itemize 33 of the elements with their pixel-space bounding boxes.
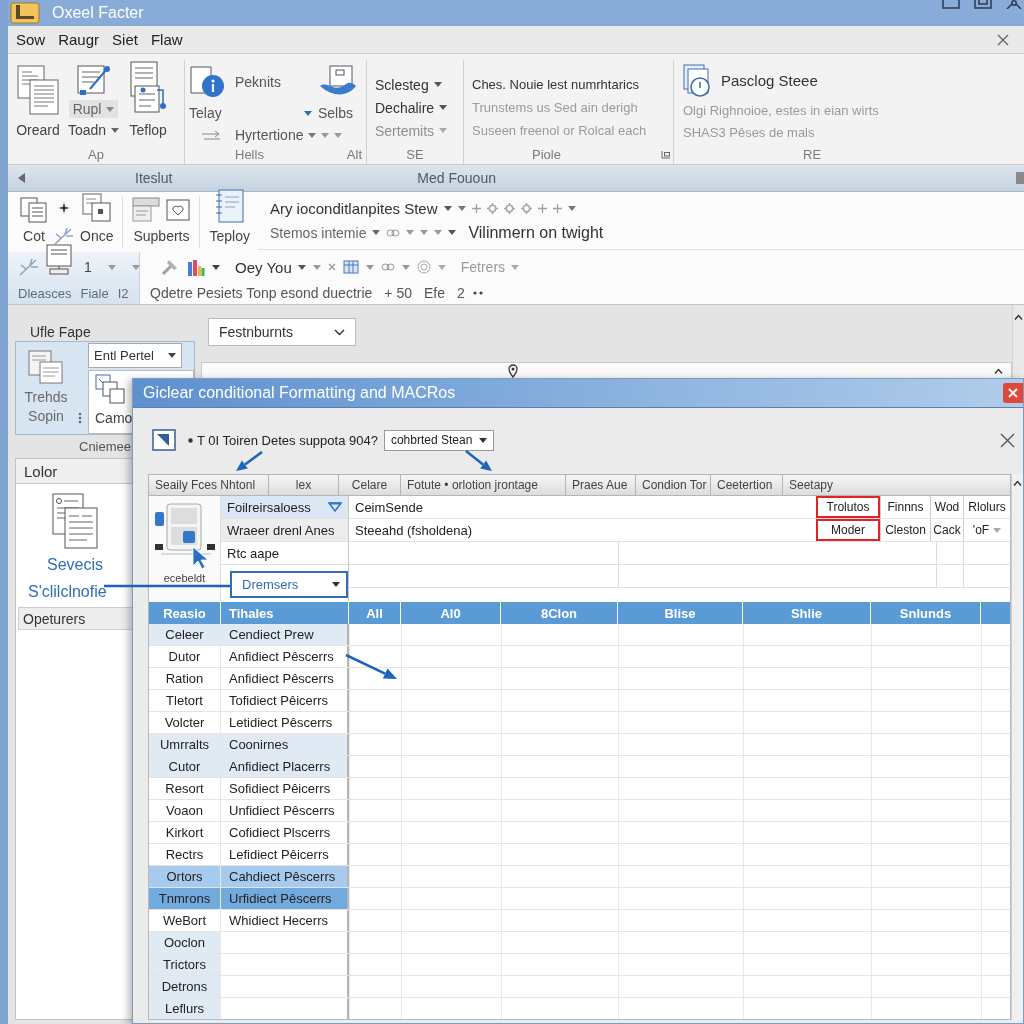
ribbon-text: Peknits <box>235 74 282 90</box>
ribbon-text: SHAS3 Pêses de mals <box>683 124 816 143</box>
prompt-text: T 0I Toiren Detes suppota 904? <box>197 432 378 448</box>
detail-text: CeimSende <box>354 498 424 517</box>
count-text: 1 <box>84 259 92 275</box>
group-label: Alt <box>346 146 362 162</box>
ribbon-text: Suseen freenol or Rolcal each <box>472 122 648 140</box>
status-text: Fiale <box>80 285 109 301</box>
panel-title: Ufle Fape <box>29 324 92 340</box>
window-title: Oxeel Facter <box>52 4 144 22</box>
status-text: 2 <box>457 285 465 301</box>
group-label: Piole <box>532 146 561 162</box>
pane-title: Sevecis <box>47 556 103 574</box>
caption-text: Cniemee <box>79 439 132 454</box>
detail-text: Steeahd (fsholdena) <box>354 521 474 540</box>
status-text: Efe <box>423 285 445 301</box>
dialog-title: Giclear conditional Formatting and MACRos <box>143 384 456 402</box>
ribbon-text: Ches. Nouie lest numrhtarics <box>472 76 640 94</box>
group-label: SE <box>406 146 424 162</box>
status-text: + 50 <box>384 285 412 301</box>
status-text: I2 <box>117 285 129 301</box>
group-label: Ap <box>88 146 104 162</box>
status-text: Qdetre Pesiets Tonp esond duectrie <box>150 285 373 301</box>
caption-text: ecebeldt <box>163 572 206 584</box>
section-title: Med Fououn <box>417 170 496 186</box>
ribbon-text: Trunstems us Sed ain derigh <box>472 99 639 117</box>
group-label: RE <box>803 146 822 162</box>
group-label: Hells <box>235 146 264 162</box>
ribbon-heading: Pasclog Steee <box>721 71 818 92</box>
status-text: Dleasces <box>18 285 72 301</box>
ribbon-text: Olgi Righnoioe, estes in eian wirts <box>683 101 880 120</box>
section-title: Iteslut <box>135 170 173 186</box>
pane-header: Lolor <box>16 459 134 484</box>
